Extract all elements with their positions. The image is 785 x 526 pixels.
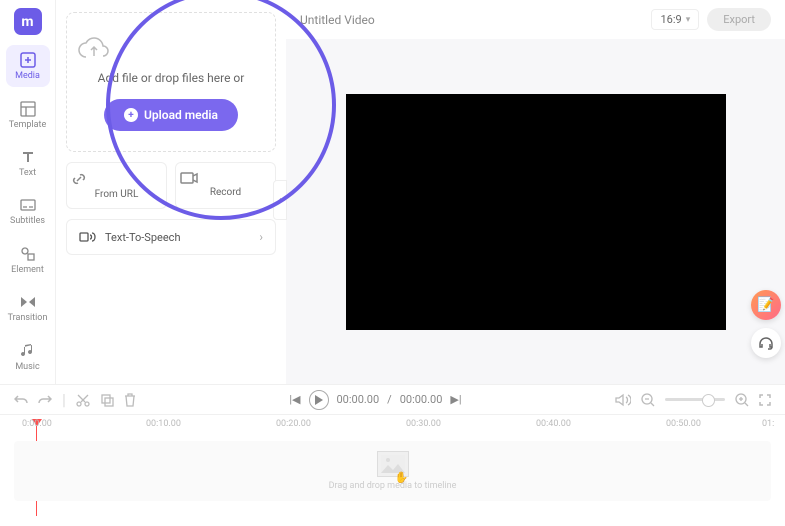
grab-cursor-icon: ✋ [395,471,409,484]
sidebar-item-label: Music [15,362,39,372]
record-button[interactable]: Record [175,162,276,209]
zoom-in-button[interactable] [735,393,749,407]
sidebar-item-label: Text [19,168,36,178]
plus-square-icon [19,51,37,69]
speech-icon [79,230,97,244]
timeline-track[interactable]: Drag and drop media to timeline ✋ [14,441,771,501]
support-button[interactable] [751,328,781,358]
redo-button[interactable] [38,393,52,407]
next-frame-button[interactable]: ▶| [450,393,461,406]
sidebar: m Media Template Text Subtitles Element [0,0,56,384]
play-button[interactable] [309,390,329,410]
sidebar-item-template[interactable]: Template [6,93,50,135]
tick: 00:30.00 [406,419,441,429]
text-icon [19,148,37,166]
copy-button[interactable] [100,393,114,407]
feedback-button[interactable]: 📝 [751,290,781,320]
text-to-speech-button[interactable]: Text-To-Speech › [66,219,276,255]
layout-icon [19,100,37,118]
fit-button[interactable] [759,394,771,406]
link-icon [71,171,162,187]
from-url-label: From URL [71,189,162,200]
sidebar-item-label: Media [15,71,40,81]
upload-media-button[interactable]: + Upload media [104,99,238,131]
upload-dropzone[interactable]: Add file or drop files here or + Upload … [66,12,276,152]
preview-area: Untitled Video 16:9 ▾ Export [286,0,785,384]
upload-button-label: Upload media [144,108,218,122]
subtitles-icon [19,196,37,214]
shapes-icon [19,245,37,263]
transition-icon [19,293,37,311]
volume-button[interactable] [615,393,631,407]
tts-label: Text-To-Speech [105,231,181,244]
current-time: 00:00.00 [337,393,380,406]
export-button[interactable]: Export [707,8,771,31]
sidebar-item-label: Template [9,120,46,130]
tick: 00:40.00 [536,419,571,429]
tick: 00:50.00 [666,419,701,429]
total-duration: 00:00.00 [400,393,443,406]
undo-button[interactable] [14,393,28,407]
sidebar-item-text[interactable]: Text [6,142,50,184]
chevron-right-icon: › [259,230,263,244]
camera-icon [180,171,271,185]
zoom-slider[interactable] [665,398,725,401]
record-label: Record [180,187,271,198]
panel-collapse-handle[interactable]: ‹ [273,180,287,220]
delete-button[interactable] [124,393,136,407]
tick: 01: [762,419,774,429]
cut-button[interactable] [76,393,90,407]
sidebar-item-label: Subtitles [10,216,45,226]
sidebar-item-music[interactable]: Music [6,336,50,378]
tick: 0:00.00 [22,419,52,429]
timeline-hint: Drag and drop media to timeline [329,481,457,491]
project-title[interactable]: Untitled Video [300,13,375,27]
sidebar-item-transition[interactable]: Transition [6,287,50,329]
timeline-ruler[interactable]: 0:00.00 00:10.00 00:20.00 00:30.00 00:40… [14,419,771,437]
sidebar-item-subtitles[interactable]: Subtitles [6,190,50,232]
prev-frame-button[interactable]: |◀ [289,393,300,406]
sidebar-item-label: Element [11,265,44,275]
plus-circle-icon: + [124,108,138,122]
sidebar-item-media[interactable]: Media [6,45,50,87]
app-logo: m [14,8,42,35]
tick: 00:10.00 [146,419,181,429]
sidebar-item-label: Transition [8,313,48,323]
music-icon [19,342,37,360]
aspect-ratio-select[interactable]: 16:9 ▾ [651,9,699,30]
headset-icon [758,335,774,351]
tick: 00:20.00 [276,419,311,429]
sidebar-item-element[interactable]: Element [6,239,50,281]
cloud-upload-icon [77,37,265,63]
video-canvas[interactable] [346,94,726,330]
from-url-button[interactable]: From URL [66,162,167,209]
zoom-out-button[interactable] [641,393,655,407]
controls-bar: | |◀ 00:00.00 / 00:00.00 ▶| [0,384,785,414]
chevron-down-icon: ▾ [686,15,691,25]
note-icon: 📝 [757,297,774,313]
media-panel: Add file or drop files here or + Upload … [56,0,286,384]
timeline[interactable]: 0:00.00 00:10.00 00:20.00 00:30.00 00:40… [0,414,785,526]
upload-hint: Add file or drop files here or [77,71,265,85]
